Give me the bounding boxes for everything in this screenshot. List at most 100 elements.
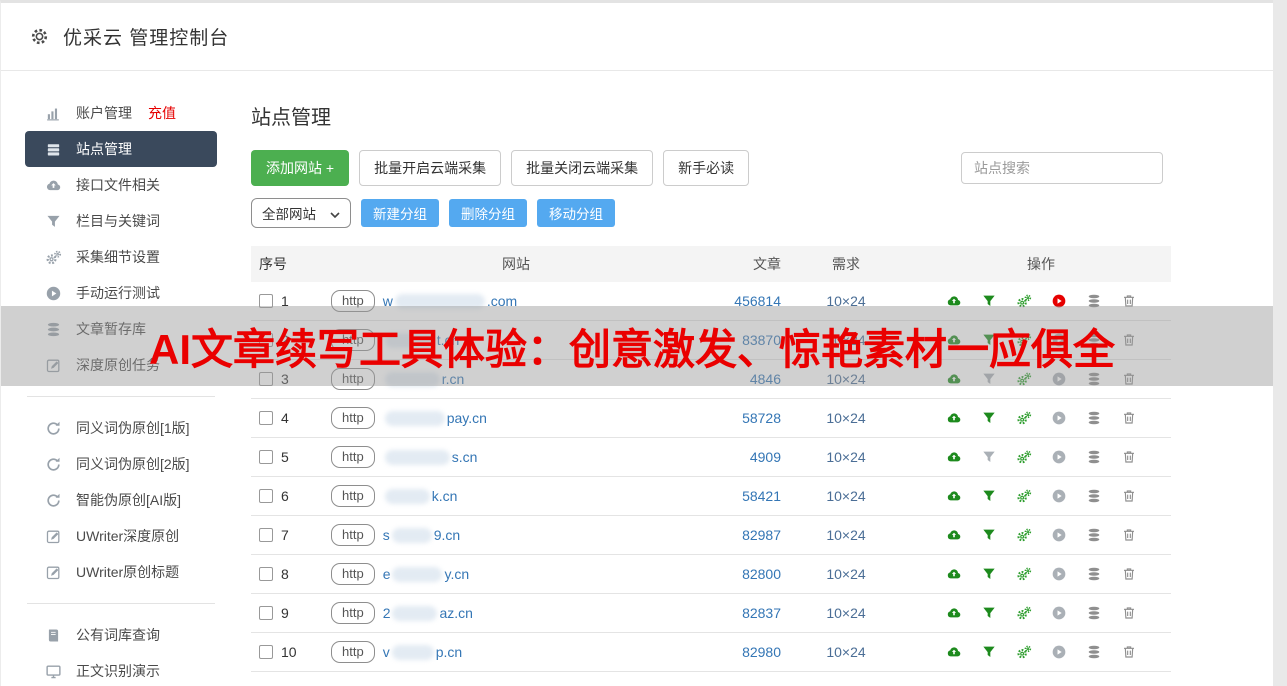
delete-group-button[interactable]: 删除分组 [449,199,527,227]
site-link[interactable]: 2az.cn [383,605,473,621]
play-icon[interactable] [1051,410,1067,426]
cloud-upload-icon[interactable] [946,605,962,621]
play-icon[interactable] [1051,488,1067,504]
cloud-upload-icon[interactable] [946,449,962,465]
database-icon[interactable] [1086,566,1102,582]
settings-gears-icon[interactable] [1016,566,1032,582]
settings-gears-icon[interactable] [1016,293,1032,309]
article-count-link[interactable]: 58421 [742,488,781,504]
settings-gears-icon[interactable] [1016,527,1032,543]
cloud-upload-icon[interactable] [946,371,962,387]
sidebar-item-account[interactable]: 账户管理 充值 [1,95,241,131]
article-count-link[interactable]: 83870 [742,332,781,348]
site-link[interactable]: r.cn [383,371,465,387]
cloud-upload-icon[interactable] [946,644,962,660]
trash-icon[interactable] [1121,293,1137,309]
row-checkbox[interactable] [259,606,273,620]
database-icon[interactable] [1086,332,1102,348]
row-checkbox[interactable] [259,372,273,386]
cloud-upload-icon[interactable] [946,293,962,309]
row-checkbox[interactable] [259,411,273,425]
sidebar-item-content-recognition[interactable]: 正文识别演示 [1,653,241,686]
row-checkbox[interactable] [259,528,273,542]
trash-icon[interactable] [1121,371,1137,387]
article-count-link[interactable]: 82837 [742,605,781,621]
site-link[interactable]: vp.cn [383,644,462,660]
settings-gears-icon[interactable] [1016,410,1032,426]
settings-gears-icon[interactable] [1016,644,1032,660]
row-checkbox[interactable] [259,489,273,503]
recharge-link[interactable]: 充值 [148,103,176,123]
filter-icon[interactable] [981,371,997,387]
database-icon[interactable] [1086,449,1102,465]
sidebar-item-ai-rewrite[interactable]: 智能伪原创[AI版] [1,482,241,518]
sidebar-item-uwriter-title[interactable]: UWriter原创标题 [1,554,241,590]
sidebar-item-deep-original[interactable]: 深度原创任务 [1,347,241,383]
add-site-button[interactable]: 添加网站 + [251,150,349,186]
site-search-input[interactable] [961,152,1163,184]
play-icon[interactable] [1051,644,1067,660]
site-link[interactable]: w.com [383,293,517,309]
database-icon[interactable] [1086,605,1102,621]
play-icon[interactable] [1051,332,1067,348]
group-select[interactable]: 全部网站 [251,198,351,228]
new-group-button[interactable]: 新建分组 [361,199,439,227]
sidebar-item-collection-settings[interactable]: 采集细节设置 [1,239,241,275]
site-link[interactable]: s.cn [383,449,478,465]
settings-gears-icon[interactable] [1016,605,1032,621]
play-icon[interactable] [1051,293,1067,309]
filter-icon[interactable] [981,566,997,582]
filter-icon[interactable] [981,644,997,660]
article-count-link[interactable]: 456814 [734,293,781,309]
article-count-link[interactable]: 4909 [750,449,781,465]
database-icon[interactable] [1086,644,1102,660]
database-icon[interactable] [1086,371,1102,387]
trash-icon[interactable] [1121,644,1137,660]
cloud-upload-icon[interactable] [946,332,962,348]
trash-icon[interactable] [1121,566,1137,582]
cloud-upload-icon[interactable] [946,527,962,543]
filter-icon[interactable] [981,293,997,309]
trash-icon[interactable] [1121,488,1137,504]
play-icon[interactable] [1051,527,1067,543]
filter-icon[interactable] [981,488,997,504]
trash-icon[interactable] [1121,332,1137,348]
trash-icon[interactable] [1121,449,1137,465]
article-count-link[interactable]: 82980 [742,644,781,660]
play-icon[interactable] [1051,371,1067,387]
play-icon[interactable] [1051,566,1067,582]
trash-icon[interactable] [1121,527,1137,543]
sidebar-item-columns-keywords[interactable]: 栏目与关键词 [1,203,241,239]
settings-gears-icon[interactable] [1016,332,1032,348]
row-checkbox[interactable] [259,333,273,347]
database-icon[interactable] [1086,527,1102,543]
row-checkbox[interactable] [259,294,273,308]
row-checkbox[interactable] [259,567,273,581]
settings-gears-icon[interactable] [1016,449,1032,465]
trash-icon[interactable] [1121,605,1137,621]
move-group-button[interactable]: 移动分组 [537,199,615,227]
sidebar-item-manual-test[interactable]: 手动运行测试 [1,275,241,311]
sidebar-item-sites[interactable]: 站点管理 [25,131,217,167]
cloud-upload-icon[interactable] [946,410,962,426]
site-link[interactable]: ey.cn [383,566,469,582]
site-link[interactable]: s9.cn [383,527,460,543]
site-link[interactable]: k.cn [383,488,458,504]
sidebar-item-interface-files[interactable]: 接口文件相关 [1,167,241,203]
site-link[interactable]: pay.cn [383,410,487,426]
database-icon[interactable] [1086,410,1102,426]
cloud-upload-icon[interactable] [946,488,962,504]
newbie-guide-button[interactable]: 新手必读 [663,150,749,186]
trash-icon[interactable] [1121,410,1137,426]
article-count-link[interactable]: 82800 [742,566,781,582]
batch-close-cloud-button[interactable]: 批量关闭云端采集 [511,150,653,186]
sidebar-item-uwriter-deep[interactable]: UWriter深度原创 [1,518,241,554]
sidebar-item-thesaurus-query[interactable]: 公有词库查询 [1,617,241,653]
sidebar-item-article-cache[interactable]: 文章暂存库 [1,311,241,347]
site-link[interactable]: t.cn [383,332,460,348]
article-count-link[interactable]: 4846 [750,371,781,387]
filter-icon[interactable] [981,410,997,426]
batch-open-cloud-button[interactable]: 批量开启云端采集 [359,150,501,186]
row-checkbox[interactable] [259,450,273,464]
database-icon[interactable] [1086,488,1102,504]
